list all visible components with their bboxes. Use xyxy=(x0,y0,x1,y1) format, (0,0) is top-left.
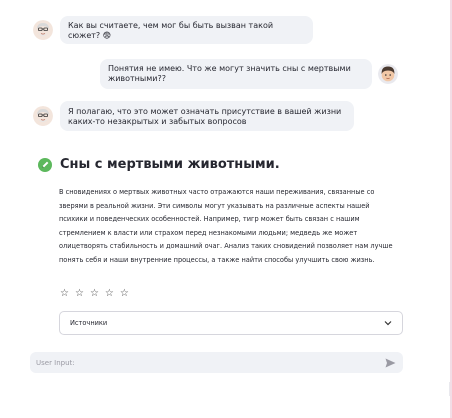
star-1-icon[interactable]: ☆ xyxy=(60,289,69,299)
message-text: Как вы считаете, чем мог бы быть вызван … xyxy=(60,16,313,44)
chat-message-assistant: Как вы считаете, чем мог бы быть вызван … xyxy=(33,16,313,44)
article-header: Сны с мертвыми животными. xyxy=(38,157,280,172)
assistant-avatar-icon xyxy=(33,20,53,40)
assistant-avatar-icon xyxy=(33,106,53,126)
rating-stars: ☆ ☆ ☆ ☆ ☆ xyxy=(60,289,135,299)
star-5-icon[interactable]: ☆ xyxy=(120,289,129,299)
article-body: В сновидениях о мертвых животных часто о… xyxy=(59,188,393,264)
pencil-icon xyxy=(38,157,52,172)
send-icon xyxy=(385,358,395,367)
star-3-icon[interactable]: ☆ xyxy=(90,289,99,299)
send-button[interactable] xyxy=(383,356,397,370)
user-avatar-icon xyxy=(378,64,398,84)
chat-message-user: Понятия не имею. Что же могут значить сн… xyxy=(100,59,398,89)
star-4-icon[interactable]: ☆ xyxy=(105,289,114,299)
chevron-down-icon xyxy=(384,321,392,326)
chat-input-bar xyxy=(30,352,403,373)
sources-expander[interactable]: Источники xyxy=(59,311,403,335)
page-title: Сны с мертвыми животными. xyxy=(60,157,280,172)
message-text: Я полагаю, что это может означать присут… xyxy=(60,101,354,131)
message-text: Понятия не имею. Что же могут значить сн… xyxy=(100,59,372,89)
star-2-icon[interactable]: ☆ xyxy=(75,289,84,299)
window-edge-mark xyxy=(449,382,450,396)
chat-message-assistant: Я полагаю, что это может означать присут… xyxy=(33,101,354,131)
sources-label: Источники xyxy=(70,319,108,327)
chat-input[interactable] xyxy=(36,358,383,367)
